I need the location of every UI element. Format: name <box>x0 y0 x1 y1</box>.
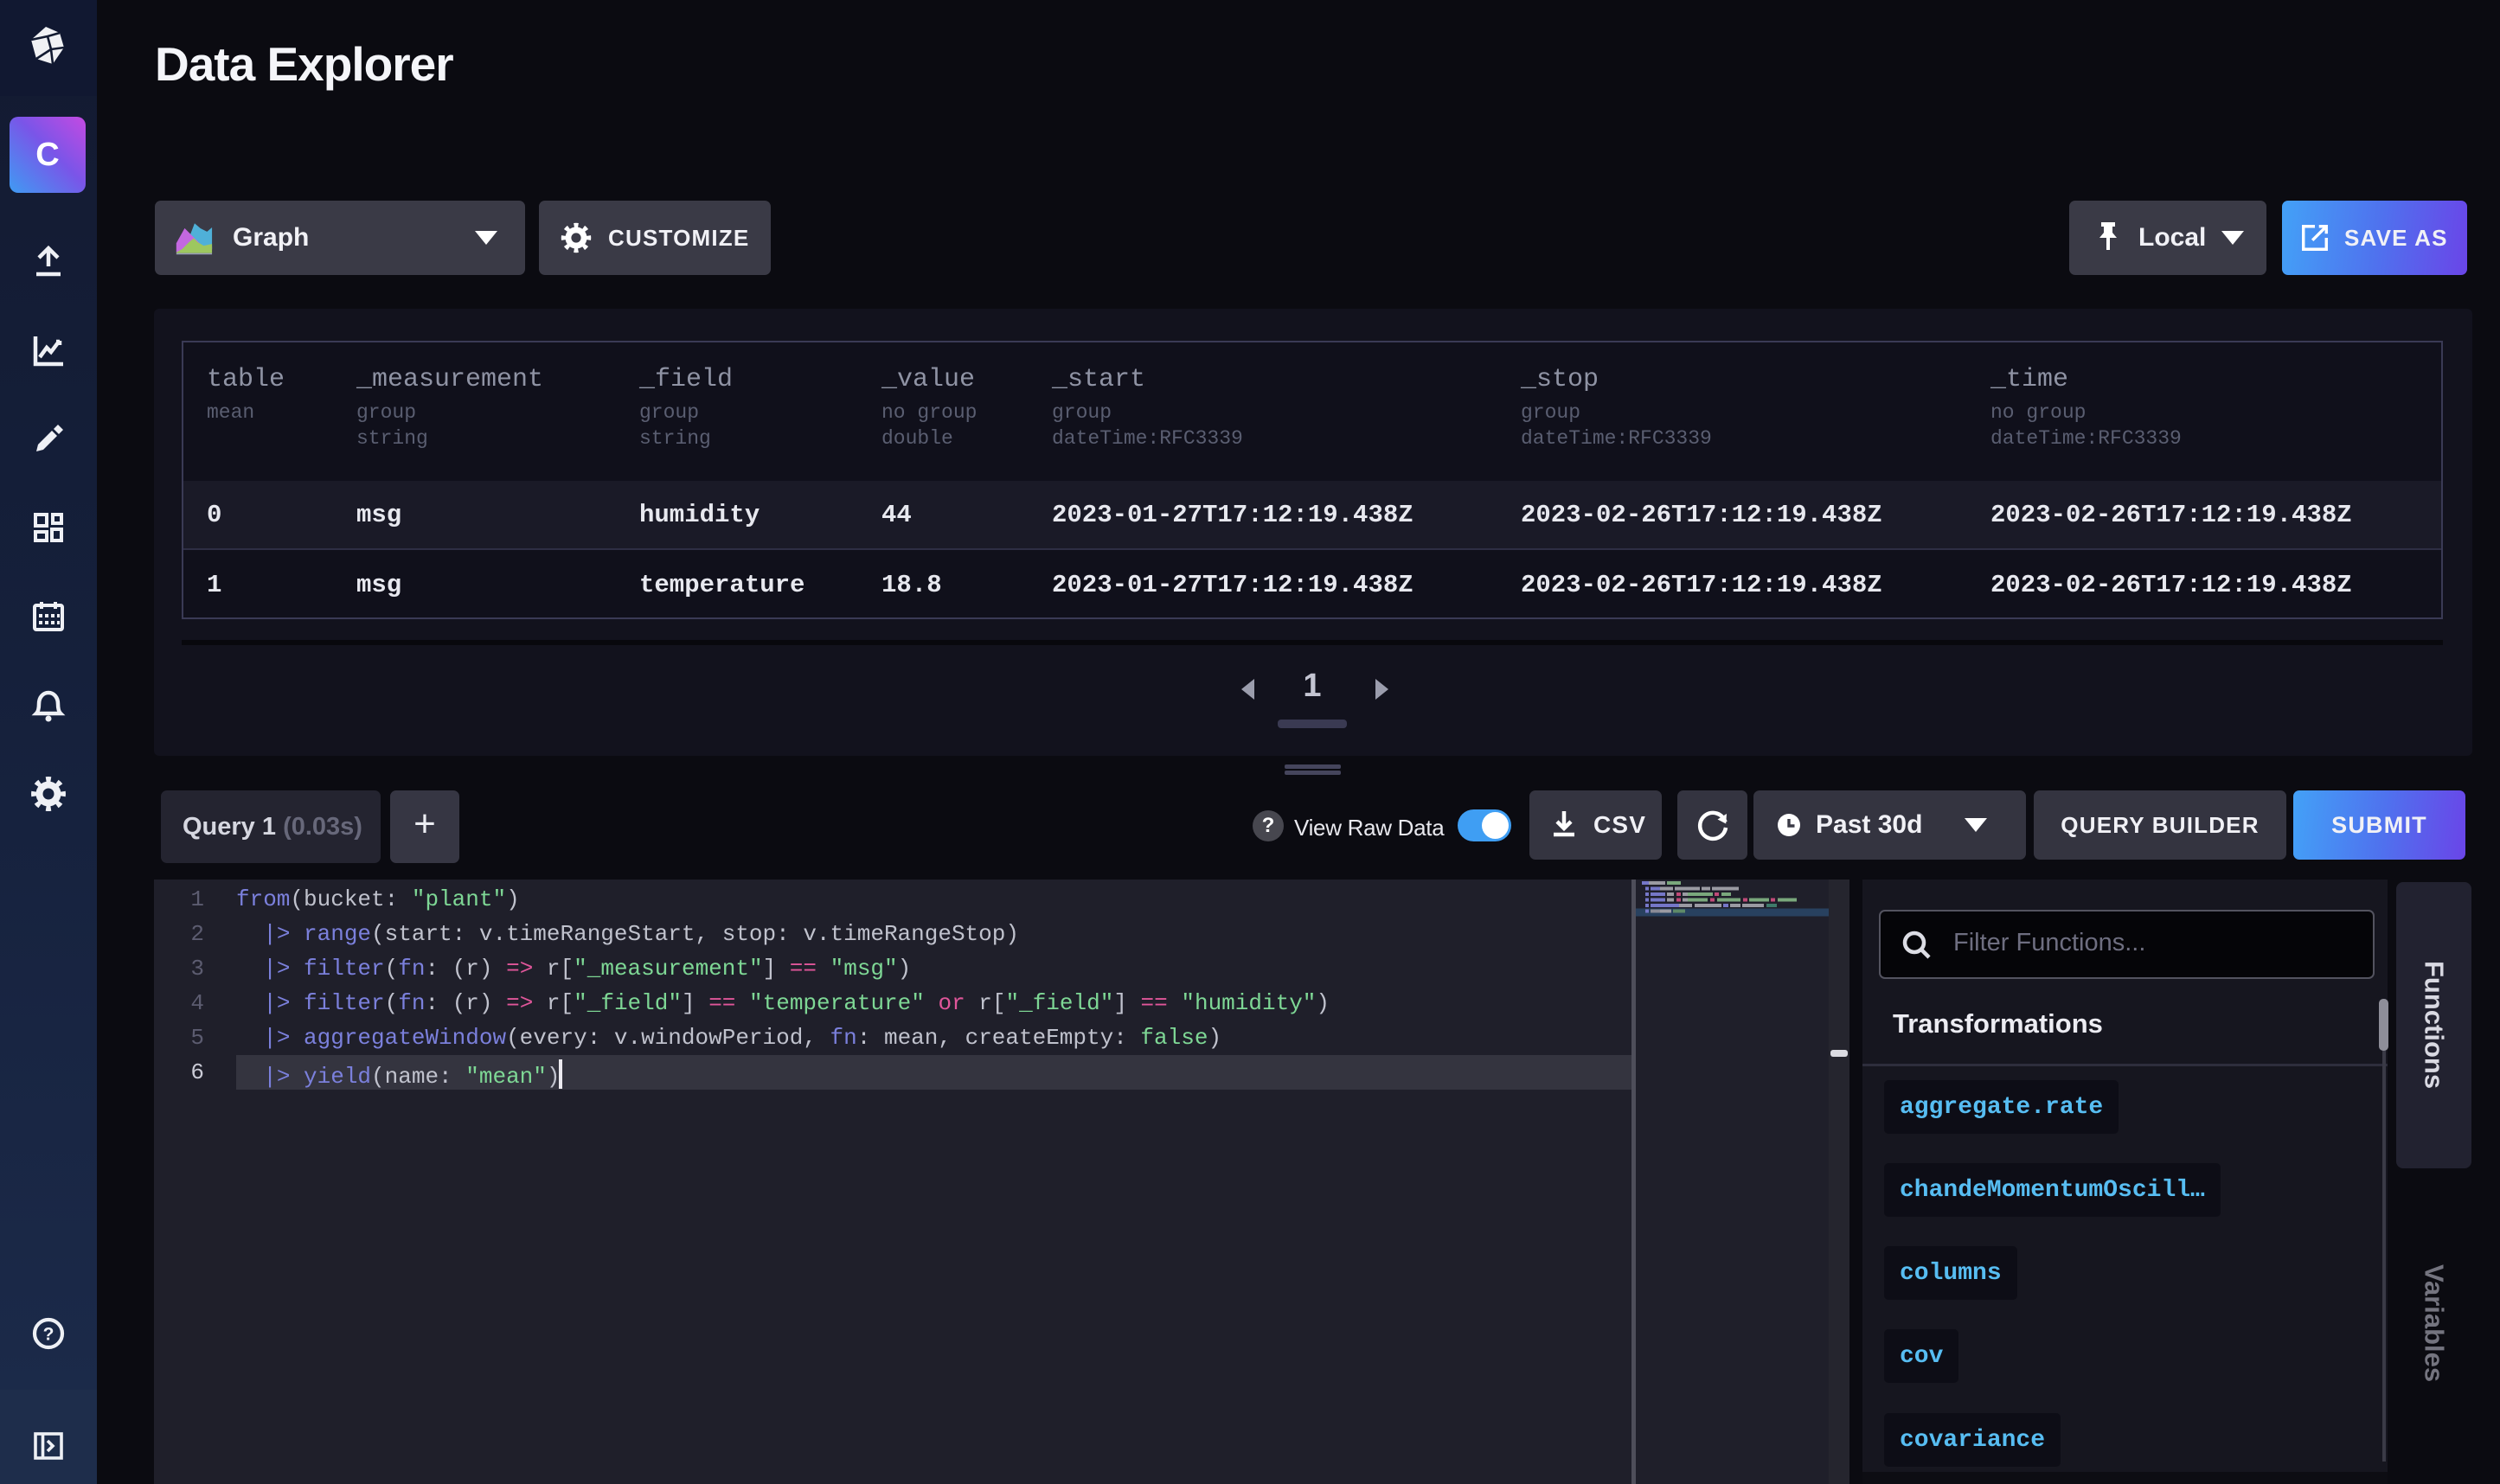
svg-text:?: ? <box>43 1325 54 1345</box>
